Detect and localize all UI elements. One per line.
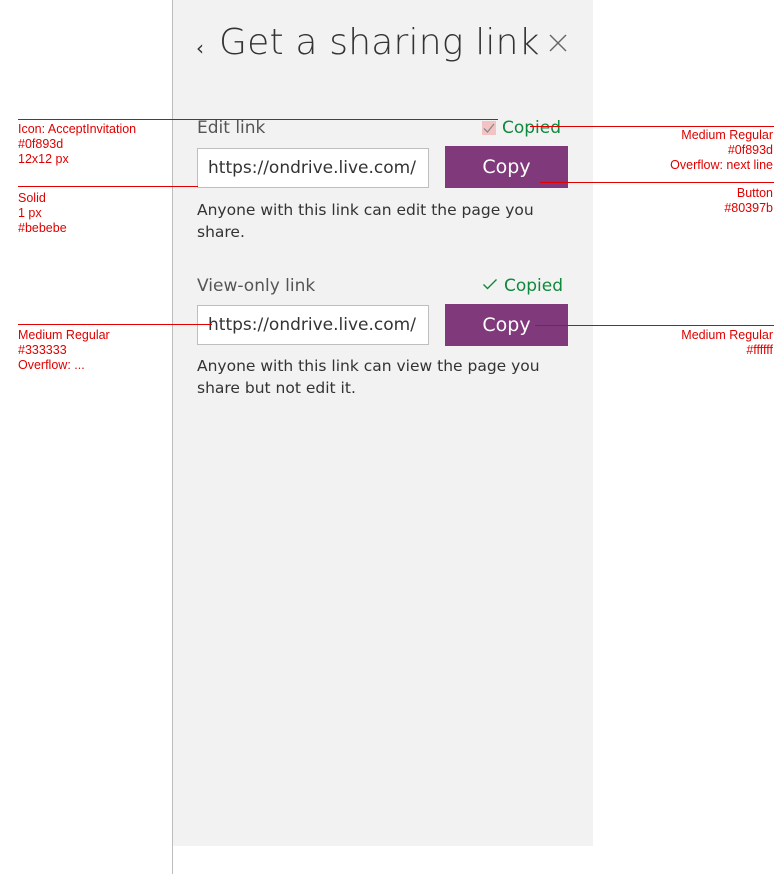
back-button[interactable]: ‹ <box>196 36 204 60</box>
page-title: Get a sharing link <box>219 22 540 63</box>
annotation-line-icon <box>18 119 498 120</box>
edit-link-label: Edit link <box>197 118 266 138</box>
view-link-description: Anyone with this link can view the page … <box>197 357 540 397</box>
annotation-copied-spec: Medium Regular #0f893d Overflow: next li… <box>670 128 773 172</box>
close-icon[interactable] <box>545 30 571 56</box>
annotation-line-border <box>18 186 198 187</box>
annotation-icon-spec: Icon: AcceptInvitation #0f893d 12x12 px <box>18 122 137 166</box>
annotation-border-spec: Solid 1 px #bebebe <box>18 191 67 235</box>
annotation-button-text-spec: Medium Regular #ffffff <box>681 328 773 357</box>
edit-link-description: Anyone with this link can edit the page … <box>197 201 534 241</box>
view-link-label: View-only link <box>197 276 316 296</box>
view-copied-status: Copied <box>482 276 563 296</box>
edit-link-url-field[interactable]: https://ondrive.live.com/ <box>197 148 429 188</box>
edit-copied-text: Copied <box>502 118 562 138</box>
annotation-url-text-spec: Medium Regular #333333 Overflow: ... <box>18 328 110 372</box>
annotation-button-spec: Button #80397b <box>724 186 773 215</box>
annotation-line-copied <box>530 126 774 127</box>
annotation-line-url-text <box>18 324 212 325</box>
annotation-line-button-text <box>535 325 774 326</box>
view-link-url-field[interactable]: https://ondrive.live.com/ <box>197 305 429 345</box>
edit-copied-status: Copied <box>482 118 561 138</box>
accept-invitation-icon <box>482 121 496 135</box>
annotation-line-button <box>540 182 774 183</box>
checkmark-icon <box>482 276 498 296</box>
view-copied-text: Copied <box>504 276 564 296</box>
